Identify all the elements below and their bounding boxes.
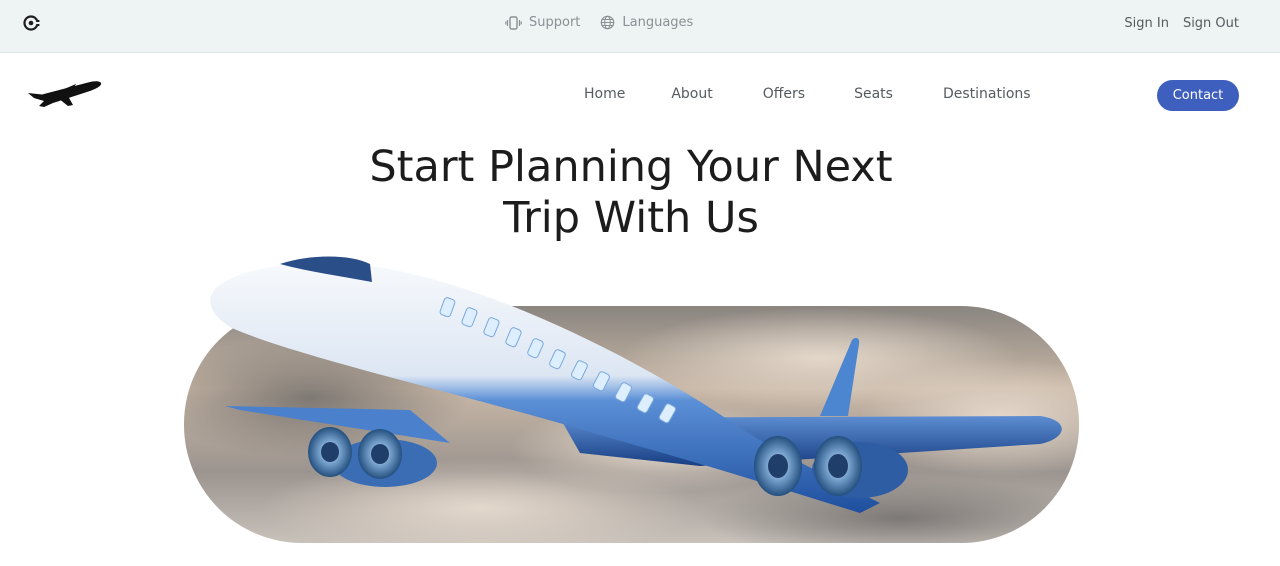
languages-link[interactable]: Languages — [600, 15, 693, 30]
contact-button[interactable]: Contact — [1157, 80, 1239, 111]
sign-in-link[interactable]: Sign In — [1124, 16, 1169, 31]
auth-links: Sign In Sign Out — [1124, 16, 1239, 31]
hero-title-line-2: Trip With Us — [503, 193, 759, 243]
sign-out-link[interactable]: Sign Out — [1183, 16, 1239, 31]
support-link[interactable]: Support — [505, 15, 580, 30]
nav-destinations[interactable]: Destinations — [943, 86, 1031, 102]
support-label: Support — [529, 15, 581, 30]
utility-links: Support Languages — [505, 15, 693, 30]
vibrate-phone-icon — [505, 15, 522, 30]
nav-seats[interactable]: Seats — [854, 86, 893, 102]
globe-icon — [601, 15, 615, 30]
languages-label: Languages — [622, 15, 694, 30]
hero-title: Start Planning Your Next Trip With Us — [0, 142, 1262, 244]
top-utility-bar: Support Languages Sign In Sign Out — [0, 0, 1280, 53]
nav-home[interactable]: Home — [584, 86, 625, 102]
main-nav: Home About Offers Seats Destinations — [584, 86, 1031, 102]
hero-image — [184, 256, 1079, 543]
nav-offers[interactable]: Offers — [763, 86, 805, 102]
hero-title-line-1: Start Planning Your Next — [369, 142, 893, 192]
nav-about[interactable]: About — [671, 86, 712, 102]
concentric-logo-icon[interactable] — [22, 13, 42, 33]
airplane-icon[interactable] — [26, 76, 104, 110]
